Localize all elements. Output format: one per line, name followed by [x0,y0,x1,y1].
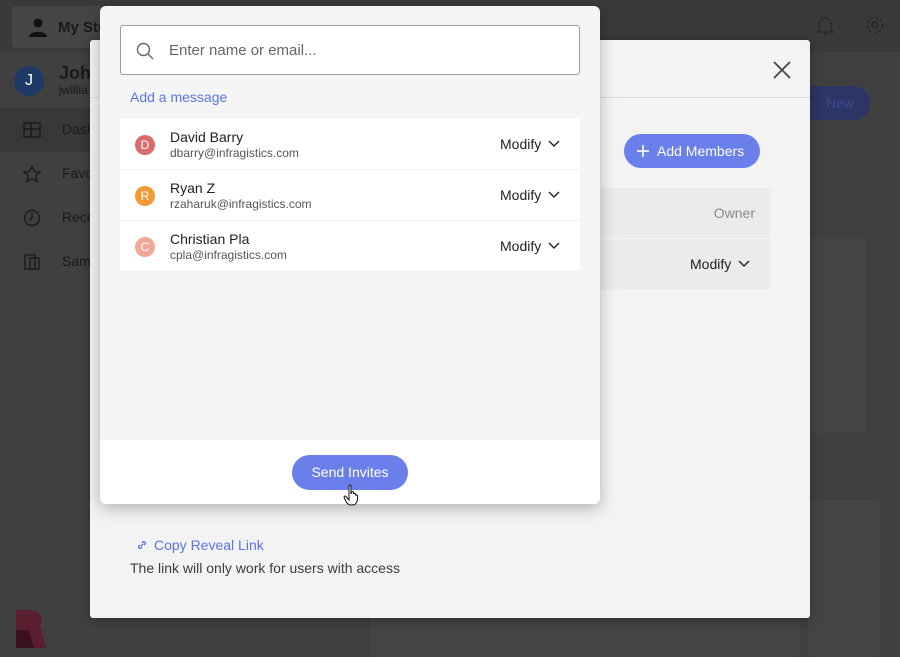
add-members-button[interactable]: Add Members [624,134,760,168]
copy-link-label: Copy Reveal Link [154,537,264,553]
chevron-down-icon [548,242,560,249]
close-icon[interactable] [770,58,794,82]
member-row: Modify [600,239,770,289]
chevron-down-icon [548,191,560,198]
dashboard-card[interactable] [808,500,880,657]
avatar: C [135,237,155,257]
list-item: R Ryan Z rzaharuk@infragistics.com Modif… [120,170,580,221]
star-icon [22,164,42,183]
invitee-name: David Barry [170,129,244,145]
sidebar-item-label: Favo [62,165,94,181]
search-input[interactable] [169,38,559,62]
search-icon [136,42,154,60]
list-item: D David Barry dbarry@infragistics.com Mo… [120,119,580,170]
add-members-label: Add Members [657,143,745,159]
invite-dialog: Add a message D David Barry dbarry@infra… [100,6,600,504]
avatar: R [135,186,155,206]
add-message-link[interactable]: Add a message [130,89,227,105]
new-button[interactable]: New [800,86,870,120]
user-email: jwillia [59,83,88,97]
invitee-email: rzaharuk@infragistics.com [170,197,312,211]
person-icon [29,18,47,37]
permission-dropdown[interactable]: Modify [690,256,750,272]
bell-icon[interactable] [814,14,836,36]
permission-label: Modify [500,238,542,254]
chevron-down-icon [738,260,750,267]
gear-icon[interactable] [864,14,886,36]
permission-dropdown[interactable]: Modify [500,187,560,203]
hand-cursor-icon [343,484,359,506]
invitee-email: cpla@infragistics.com [170,248,287,262]
invitee-list: D David Barry dbarry@infragistics.com Mo… [120,119,580,272]
reveal-logo [16,610,46,648]
permission-label: Modify [500,136,542,152]
clock-icon [23,209,41,227]
link-note: The link will only work for users with a… [130,560,400,576]
list-item: C Christian Pla cpla@infragistics.com Mo… [120,221,580,272]
invitee-email: dbarry@infragistics.com [170,146,299,160]
sidebar-item-recent[interactable]: Rece [0,196,95,240]
invitee-name: Ryan Z [170,180,216,196]
permission-dropdown[interactable]: Modify [500,136,560,152]
sidebar-item-favorites[interactable]: Favo [0,152,94,196]
sidebar-item-samples[interactable]: Sam [0,240,91,284]
user-avatar[interactable]: J [14,66,44,96]
samples-icon [24,254,40,270]
permission-label: Modify [500,187,542,203]
owner-label: Owner [713,205,755,221]
link-icon [137,540,147,550]
invitee-name: Christian Pla [170,231,250,247]
plus-icon [637,145,649,157]
dashboard-card[interactable] [808,238,866,433]
permission-dropdown[interactable]: Modify [500,238,560,254]
dashboard-icon [23,122,41,138]
search-field[interactable] [120,25,580,75]
permission-label: Modify [690,256,732,272]
sidebar-item-label: Sam [62,253,91,269]
chevron-down-icon [548,140,560,147]
new-button-label: New [826,95,855,111]
user-name: Joh [59,63,92,83]
avatar: D [135,135,155,155]
member-row-owner: Owner [600,188,770,238]
